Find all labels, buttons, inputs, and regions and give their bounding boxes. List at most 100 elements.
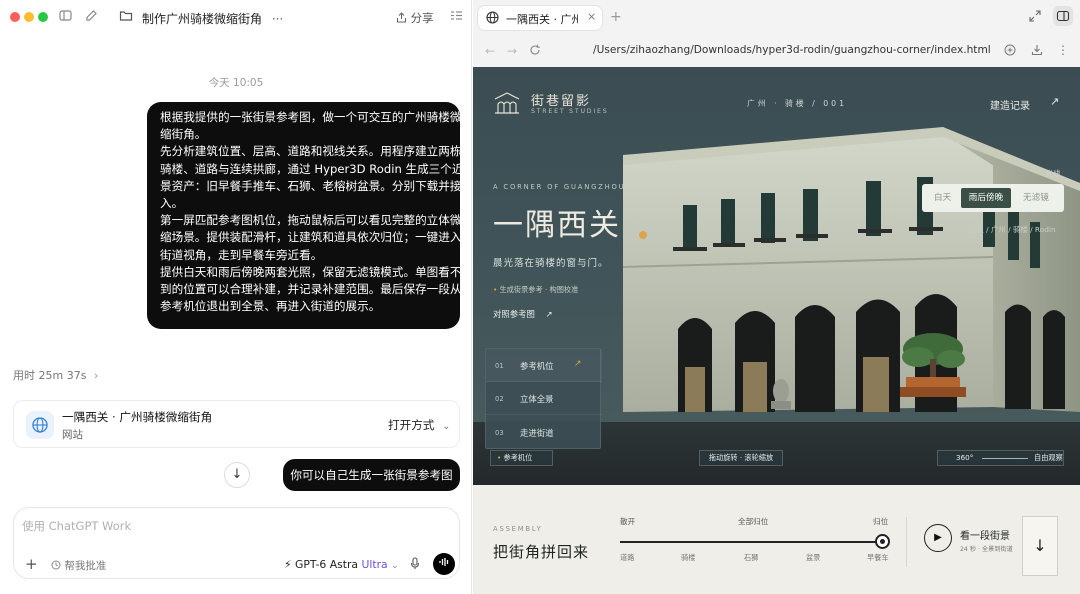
scroll-down-button[interactable]: ↓	[1022, 516, 1058, 576]
assembly-slider-knob[interactable]	[875, 534, 890, 549]
download-icon[interactable]	[1031, 44, 1043, 59]
waveform-icon	[439, 558, 449, 566]
rotation-degree-label: 360°	[956, 453, 974, 462]
chat-pane: 制作广州骑楼微缩街角 ··· 分享 今天 10:05 根据我提供的一张街景参考图…	[0, 0, 472, 594]
reload-icon[interactable]	[529, 44, 541, 59]
folder-icon	[119, 9, 133, 26]
minimize-window-button[interactable]	[24, 12, 34, 22]
share-label: 分享	[410, 11, 434, 25]
composer-input[interactable]: 使用 ChatGPT Work	[22, 518, 131, 534]
artifact-type: 网站	[62, 429, 83, 441]
message-line: 根据我提供的一张街景参考图，做一个可交互的广州骑楼微	[160, 110, 462, 124]
view-mode-label: 立体全景	[520, 394, 554, 404]
bullet-dot-icon: •	[497, 453, 502, 462]
model-selector[interactable]: ⚡ GPT-6 Astra Ultra ⌄	[284, 558, 399, 571]
microphone-icon[interactable]	[410, 557, 420, 573]
chevron-down-icon: ⌄	[442, 421, 451, 432]
arrow-down-icon: ↓	[231, 467, 243, 482]
view-mode-item-reference[interactable]: 01 参考机位 ↗	[486, 349, 602, 382]
panel-toggle-icon[interactable]	[450, 9, 463, 26]
sidebar-toggle-icon[interactable]	[59, 9, 72, 26]
artifact-title: 一隅西关 · 广州骑楼微缩街角	[62, 410, 213, 424]
hero-accent-dot	[639, 231, 647, 239]
hero-title: 一隅西关	[493, 208, 621, 243]
arrow-up-right-icon[interactable]: ↗	[1050, 95, 1059, 108]
message-line: 缩场景。提供装配滑杆，让建筑和道具依次归位；一键进入	[160, 230, 462, 245]
browser-tab[interactable]: 一隅西关 · 广州 ×	[478, 6, 602, 30]
assembly-slider-knob-center	[880, 539, 885, 544]
view-mode-item-panorama[interactable]: 02 立体全景	[486, 382, 602, 415]
website-viewport: 街巷留影 STREET STUDIES 广州 · 骑楼 / 001 建造记录 ↗…	[473, 67, 1080, 594]
expand-icon[interactable]	[1029, 10, 1041, 25]
more-menu-button[interactable]: ···	[272, 12, 283, 26]
compare-reference-button[interactable]: 对照参考图 ↗	[493, 308, 553, 320]
sidebar-split-icon[interactable]	[1053, 6, 1073, 26]
bullet-dot-icon: •	[493, 285, 498, 294]
lighting-option-day[interactable]: 白天	[934, 191, 951, 203]
view-mode-number: 01	[495, 362, 504, 370]
clock-icon	[51, 560, 61, 570]
reference-camera-button[interactable]: • 参考机位	[490, 450, 553, 466]
conversation-title[interactable]: 制作广州骑楼微缩街角 ···	[142, 10, 283, 27]
approval-mode-button[interactable]: 帮我批准	[51, 558, 106, 573]
slider-right-label: 归位	[873, 517, 889, 526]
message-line: 参考机位退出到全景、再进入街道的展示。	[160, 299, 381, 314]
globe-icon	[26, 411, 54, 439]
user-message-bubble: 根据我提供的一张街景参考图，做一个可交互的广州骑楼微 缩街角。 先分析建筑位置、…	[147, 102, 464, 329]
lighting-option-no-filter[interactable]: 无滤镜	[1023, 191, 1049, 203]
close-window-button[interactable]	[10, 12, 20, 22]
assembly-bar: ASSEMBLY 把街角拼回来 散开 全部归位 归位 道路 骑楼 石狮 盆景 早…	[473, 485, 1080, 594]
voice-mode-button[interactable]	[433, 553, 455, 575]
url-bar[interactable]: /Users/zihaozhang/Downloads/hyper3d-rodi…	[593, 44, 991, 56]
back-arrow-icon[interactable]: ←	[485, 44, 495, 58]
open-with-dropdown[interactable]: 打开方式 ⌄	[388, 417, 450, 433]
message-line: 骑楼、道路与连续拱廊，通过 Hyper3D Rodin 生成三个近	[160, 161, 464, 176]
free-observe-label: 自由观察	[1034, 453, 1063, 462]
slider-tick-arcade: 骑楼	[681, 553, 696, 562]
assembly-slider-track[interactable]	[620, 541, 884, 543]
close-tab-icon[interactable]: ×	[587, 10, 596, 23]
brand-name[interactable]: 街巷留影	[531, 90, 591, 109]
more-options-icon[interactable]: ⋮	[1057, 43, 1069, 57]
hero-eyebrow: A CORNER OF GUANGZHOU	[493, 183, 626, 191]
model-tier: Ultra	[361, 558, 388, 571]
arcade-logo-icon	[493, 91, 521, 118]
elapsed-time-toggle[interactable]: 用时 25m 37s ›	[13, 367, 98, 383]
free-observe-toggle[interactable]: 360° 自由观察	[937, 450, 1064, 466]
lighting-option-rainy-evening[interactable]: 雨后傍晚	[961, 188, 1011, 208]
hero-subtitle: 晨光落在骑楼的窗与门。	[493, 258, 609, 269]
compare-reference-label: 对照参考图	[493, 309, 535, 319]
assembly-eyebrow: ASSEMBLY	[493, 525, 543, 533]
asset-breadcrumb: 历史 / 广州 / 骑楼 / Rodin	[969, 225, 1056, 234]
chevron-down-icon: ⌄	[391, 561, 399, 571]
play-button[interactable]: ▶	[924, 524, 952, 552]
approval-mode-label: 帮我批准	[64, 560, 107, 572]
observe-track	[982, 458, 1028, 459]
add-attachment-icon[interactable]: +	[25, 555, 38, 573]
composer[interactable]: 使用 ChatGPT Work + 帮我批准 ⚡ GPT-6 Astra Ult…	[13, 507, 460, 579]
new-chat-icon[interactable]	[85, 9, 98, 26]
elapsed-time-label: 用时 25m 37s	[13, 369, 87, 382]
message-line: 景资产：旧早餐手推车、石狮、老榕树盆景。分别下载并接	[160, 178, 462, 193]
message-line: 提供白天和雨后傍晚两套光照，保留无滤镜模式。单图看不	[160, 264, 462, 279]
slider-mid-label: 全部归位	[738, 517, 769, 526]
build-record-link[interactable]: 建造记录	[990, 97, 1030, 112]
view-mode-item-street[interactable]: 03 走进街道	[486, 415, 602, 449]
lighting-label: 光线	[1046, 169, 1061, 178]
lighting-toggle: 白天 雨后傍晚 无滤镜	[922, 184, 1064, 212]
scroll-to-bottom-button[interactable]: ↓	[224, 462, 250, 488]
message-line: 入。	[160, 196, 184, 211]
maximize-window-button[interactable]	[38, 12, 48, 22]
view-mode-label: 参考机位	[520, 361, 554, 371]
share-button[interactable]: 分享	[396, 10, 434, 26]
view-mode-number: 02	[495, 395, 504, 403]
share-icon	[396, 12, 407, 23]
forward-arrow-icon[interactable]: →	[507, 44, 517, 58]
drag-hint: 拖动旋转 · 滚轮缩放	[699, 450, 783, 466]
new-tab-icon[interactable]: +	[610, 9, 622, 25]
watch-tour-title[interactable]: 看一段街景	[960, 527, 1010, 542]
arrow-up-right-icon: ↗	[574, 359, 582, 369]
add-bookmark-icon[interactable]	[1004, 44, 1016, 59]
artifact-card[interactable]: 一隅西关 · 广州骑楼微缩街角 网站 打开方式 ⌄	[13, 400, 460, 448]
play-icon: ▶	[934, 532, 942, 543]
